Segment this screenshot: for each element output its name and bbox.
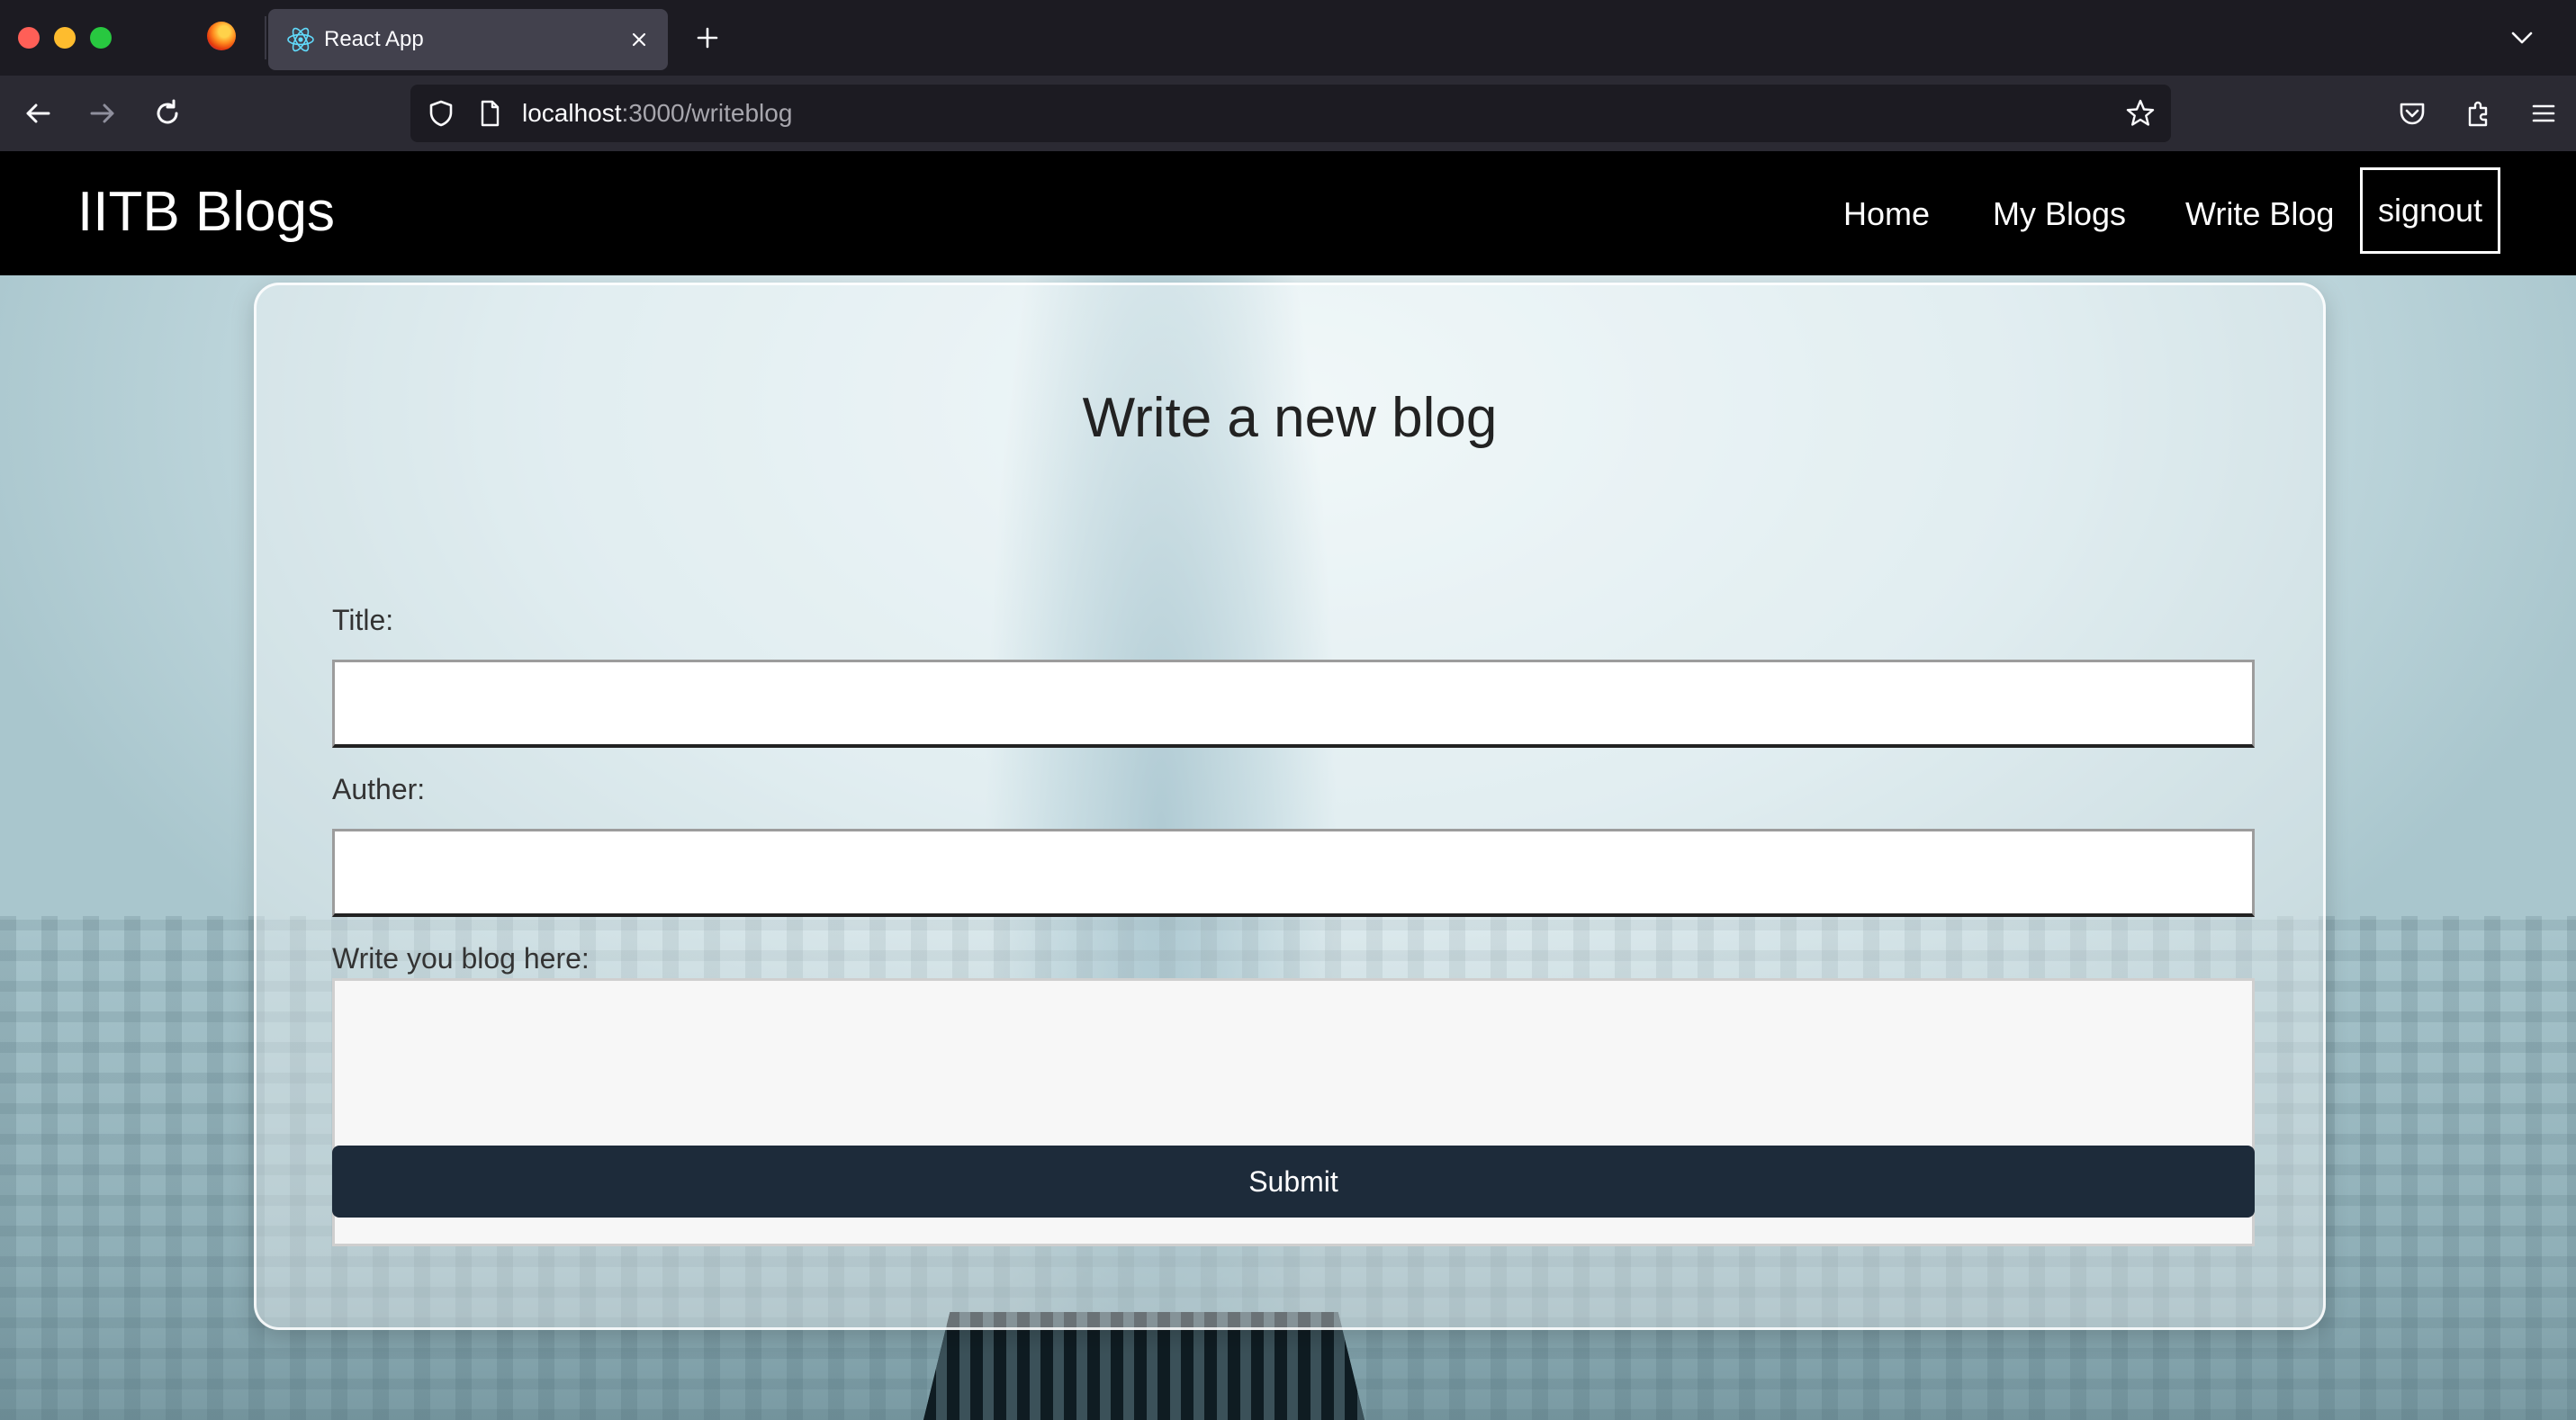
url-path: :3000/writeblog: [621, 99, 793, 127]
shield-icon[interactable]: [425, 97, 457, 130]
zoom-window-button[interactable]: [90, 27, 112, 49]
page-title: Write a new blog: [1082, 387, 1498, 449]
blog-body-label: Write you blog here:: [332, 942, 590, 975]
new-tab-icon[interactable]: [693, 23, 722, 52]
pocket-icon[interactable]: [2394, 95, 2430, 131]
browser-tab[interactable]: React App: [268, 9, 668, 70]
url-text[interactable]: localhost:3000/writeblog: [522, 85, 792, 142]
tab-divider: [265, 16, 266, 59]
browser-tab-bar: React App: [0, 0, 2576, 76]
page-viewport: IITB Blogs Home My Blogs Write Blog sign…: [0, 151, 2576, 1420]
back-arrow-icon[interactable]: [20, 95, 56, 131]
nav-my-blogs-link[interactable]: My Blogs: [1993, 189, 2126, 239]
close-tab-icon[interactable]: [626, 27, 652, 52]
url-host: localhost: [522, 99, 622, 127]
author-input[interactable]: [332, 829, 2255, 917]
title-label: Title:: [332, 604, 394, 636]
react-logo-icon: [287, 27, 314, 52]
reload-icon[interactable]: [149, 95, 185, 131]
firefox-logo-icon[interactable]: [207, 22, 236, 50]
address-bar[interactable]: localhost:3000/writeblog: [410, 85, 2171, 142]
chevron-down-icon[interactable]: [2508, 23, 2536, 52]
page-icon[interactable]: [473, 97, 506, 130]
submit-button[interactable]: Submit: [332, 1146, 2255, 1218]
extensions-icon[interactable]: [2461, 95, 2497, 131]
title-input[interactable]: [332, 660, 2255, 748]
signout-button[interactable]: signout: [2360, 167, 2500, 254]
write-blog-card: Write a new blog Title: Auther: Write yo…: [254, 283, 2326, 1330]
hamburger-menu-icon[interactable]: [2526, 95, 2562, 131]
minimize-window-button[interactable]: [54, 27, 76, 49]
author-label: Auther:: [332, 773, 426, 805]
bookmark-star-icon[interactable]: [2124, 97, 2157, 130]
forward-arrow-icon[interactable]: [85, 95, 121, 131]
close-window-button[interactable]: [18, 27, 40, 49]
browser-toolbar: localhost:3000/writeblog: [0, 76, 2576, 151]
tab-title: React App: [324, 27, 424, 51]
site-brand[interactable]: IITB Blogs: [77, 176, 335, 248]
nav-home-link[interactable]: Home: [1843, 189, 1930, 239]
site-header: IITB Blogs Home My Blogs Write Blog sign…: [0, 151, 2576, 275]
nav-write-blog-link[interactable]: Write Blog: [2185, 189, 2334, 239]
